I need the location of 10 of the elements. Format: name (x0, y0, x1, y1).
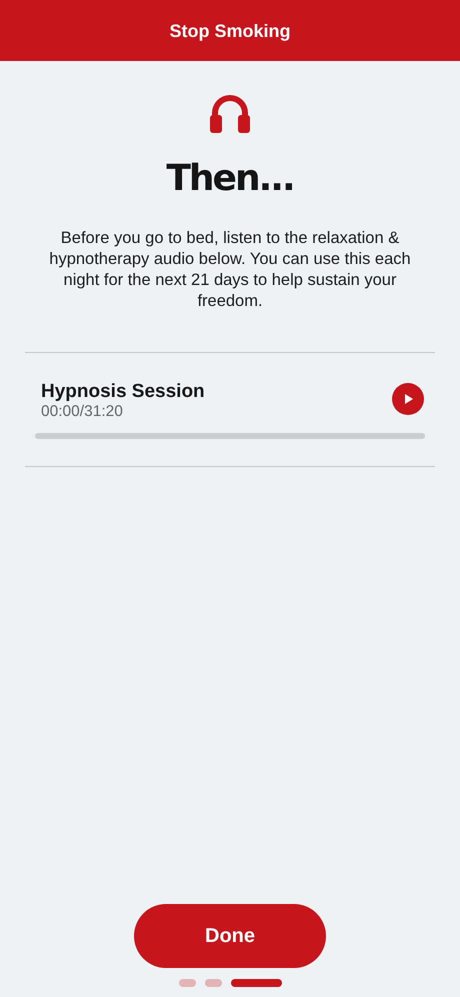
description: Before you go to bed, listen to the relaxation & hypnotherapy audio below. You can use this each night for the next 21 days to help sustain your freedom. (48, 228, 412, 312)
heading: Then... (165, 157, 295, 201)
play-button[interactable] (392, 383, 424, 415)
done-button[interactable]: Done (134, 904, 326, 968)
screen-title: Stop Smoking (170, 21, 290, 42)
play-icon (404, 393, 414, 405)
headphones-icon (209, 92, 251, 134)
page-indicator[interactable] (230, 979, 282, 987)
session-time: 00:00/31:20 (41, 403, 124, 421)
session-title: Hypnosis Session (41, 381, 205, 403)
